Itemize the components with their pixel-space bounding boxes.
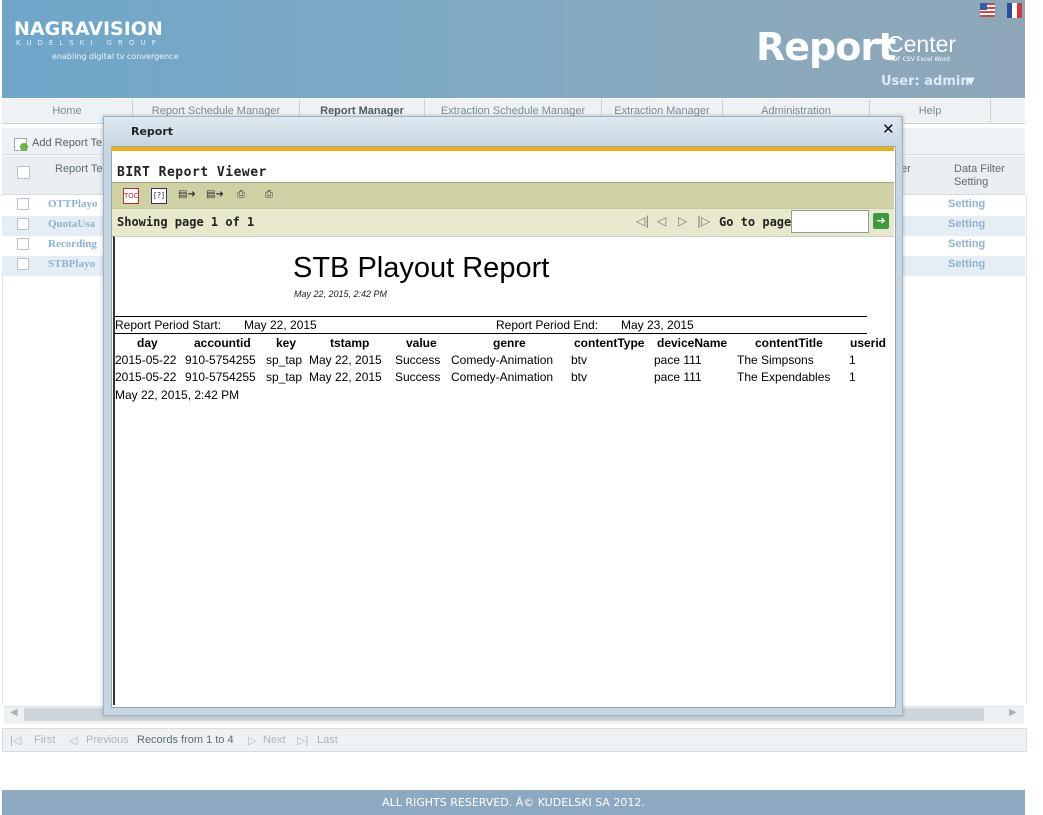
setting-link[interactable]: Setting <box>948 258 985 270</box>
print-icon[interactable]: ⎙ <box>234 188 248 202</box>
column-header-devicename: deviceName <box>657 336 728 350</box>
report-template-link[interactable]: QuotaUsa <box>48 218 95 230</box>
first-page-icon[interactable]: ◁| <box>636 214 649 228</box>
cell-userid: 1 <box>849 370 856 384</box>
goto-arrow-icon[interactable]: ➜ <box>873 213 889 229</box>
column-header-accountid: accountid <box>194 336 251 350</box>
next-page-icon[interactable]: ▷ <box>678 214 687 228</box>
print-server-icon[interactable]: ⎙ <box>262 188 276 202</box>
user-menu[interactable]: User: admin <box>881 74 970 89</box>
export-report-icon[interactable]: ▤➜ <box>206 188 224 202</box>
report-content <box>113 236 894 705</box>
setting-link[interactable]: Setting <box>948 198 985 210</box>
cell-key: sp_tap <box>266 353 303 367</box>
cell-contenttype: btv <box>571 353 588 367</box>
previous-page-button[interactable]: Previous <box>86 734 129 746</box>
report-title: STB Playout Report <box>293 252 550 284</box>
row-checkbox[interactable] <box>17 238 29 250</box>
first-page-button[interactable]: First <box>34 734 55 746</box>
chevron-down-icon[interactable]: ▼ <box>967 76 975 87</box>
viewer-toolbar <box>112 182 894 209</box>
period-end-value: May 23, 2015 <box>621 318 694 332</box>
report-template-link[interactable]: Recording <box>48 238 97 250</box>
report-center-logo-report: Report <box>756 25 896 69</box>
kudelski-group-label: KUDELSKI GROUP <box>16 39 162 47</box>
next-page-icon[interactable]: ▷ <box>248 734 256 747</box>
goto-page-label: Go to page: <box>719 215 799 229</box>
cell-genre: Comedy-Animation <box>451 370 554 384</box>
page-indicator: Showing page 1 of 1 <box>117 215 255 229</box>
column-header-tstamp: tstamp <box>330 336 370 350</box>
cell-contenttype: btv <box>571 370 588 384</box>
parameters-icon[interactable]: [?] <box>151 188 167 204</box>
viewer-accent-bar <box>111 147 894 151</box>
column-header-template[interactable]: Report Te <box>55 163 103 175</box>
period-start-label: Report Period Start: <box>115 318 222 332</box>
cell-accountid: 910-5754255 <box>185 353 256 367</box>
column-header-data-filter[interactable]: Data Filter Setting <box>954 163 1014 189</box>
cell-value: Success <box>395 370 441 384</box>
cell-genre: Comedy-Animation <box>451 353 554 367</box>
last-page-icon[interactable]: |▷ <box>697 214 710 228</box>
cell-devicename: pace 111 <box>654 370 702 384</box>
column-header-value: value <box>406 336 437 350</box>
export-data-icon[interactable]: ▤➜ <box>178 188 196 202</box>
divider <box>115 316 867 317</box>
column-header-key: key <box>276 336 297 350</box>
previous-page-icon[interactable]: ◁ <box>69 734 77 747</box>
select-all-checkbox[interactable] <box>17 166 30 179</box>
report-generated-date: May 22, 2015, 2:42 PM <box>294 289 388 299</box>
cell-userid: 1 <box>849 353 856 367</box>
column-header-day: day <box>137 336 158 350</box>
cell-accountid: 910-5754255 <box>185 370 256 384</box>
column-header-genre: genre <box>493 336 526 350</box>
column-header-contenttype: contentType <box>574 336 645 350</box>
scroll-right-icon[interactable]: ▶ <box>1009 707 1017 718</box>
row-checkbox[interactable] <box>17 258 29 270</box>
report-center-logo-center: Center <box>887 31 957 57</box>
close-icon[interactable]: ✕ <box>882 120 895 138</box>
last-page-icon[interactable]: ▷| <box>297 734 308 747</box>
cell-devicename: pace 111 <box>654 353 702 367</box>
plus-icon <box>20 143 28 151</box>
cell-day: 2015-05-22 <box>115 370 177 384</box>
setting-link[interactable]: Setting <box>948 238 985 250</box>
first-page-icon[interactable]: |◁ <box>10 734 21 747</box>
setting-link[interactable]: Setting <box>948 218 985 230</box>
cell-value: Success <box>395 353 441 367</box>
goto-page-input[interactable] <box>791 210 869 233</box>
column-header-contenttitle: contentTitle <box>755 336 823 350</box>
logo-tagline: enabling digital tv convergence <box>52 52 179 61</box>
cell-contenttitle: The Expendables <box>737 370 831 384</box>
previous-page-icon[interactable]: ◁ <box>657 214 666 228</box>
nagravision-logo: NAGRAVISION <box>14 18 163 40</box>
records-count: Records from 1 to 4 <box>137 734 234 746</box>
period-end-label: Report Period End: <box>496 318 599 332</box>
cell-tstamp: May 22, 2015 <box>309 353 382 367</box>
column-header-userid: userid <box>850 336 887 350</box>
dialog-title: Report <box>131 125 174 138</box>
row-checkbox[interactable] <box>17 218 29 230</box>
row-checkbox[interactable] <box>17 198 29 210</box>
next-page-button[interactable]: Next <box>263 734 286 746</box>
fr-flag-icon[interactable] <box>1007 3 1022 18</box>
cell-key: sp_tap <box>266 370 303 384</box>
report-template-link[interactable]: STBPlayo <box>48 258 95 270</box>
cell-tstamp: May 22, 2015 <box>309 370 382 384</box>
divider <box>115 333 867 334</box>
report-center-formats: PDF CSV Excel Word <box>889 56 950 63</box>
cell-contenttitle: The Simpsons <box>737 353 814 367</box>
us-flag-canton <box>980 3 987 10</box>
add-report-template-button[interactable]: Add Report Te <box>32 137 102 149</box>
copyright-text: ALL RIGHTS RESERVED. Â© KUDELSKI SA 2012… <box>382 796 645 809</box>
dialog-titlebar[interactable] <box>104 117 900 145</box>
cell-day: 2015-05-22 <box>115 353 177 367</box>
period-start-value: May 22, 2015 <box>244 318 317 332</box>
toc-icon[interactable]: TOC <box>123 188 139 204</box>
viewer-heading: BIRT Report Viewer <box>117 165 267 180</box>
report-footer-date: May 22, 2015, 2:42 PM <box>115 388 240 402</box>
last-page-button[interactable]: Last <box>317 734 338 746</box>
report-template-link[interactable]: OTTPlayo <box>48 198 98 210</box>
scroll-left-icon[interactable]: ◀ <box>10 707 18 718</box>
